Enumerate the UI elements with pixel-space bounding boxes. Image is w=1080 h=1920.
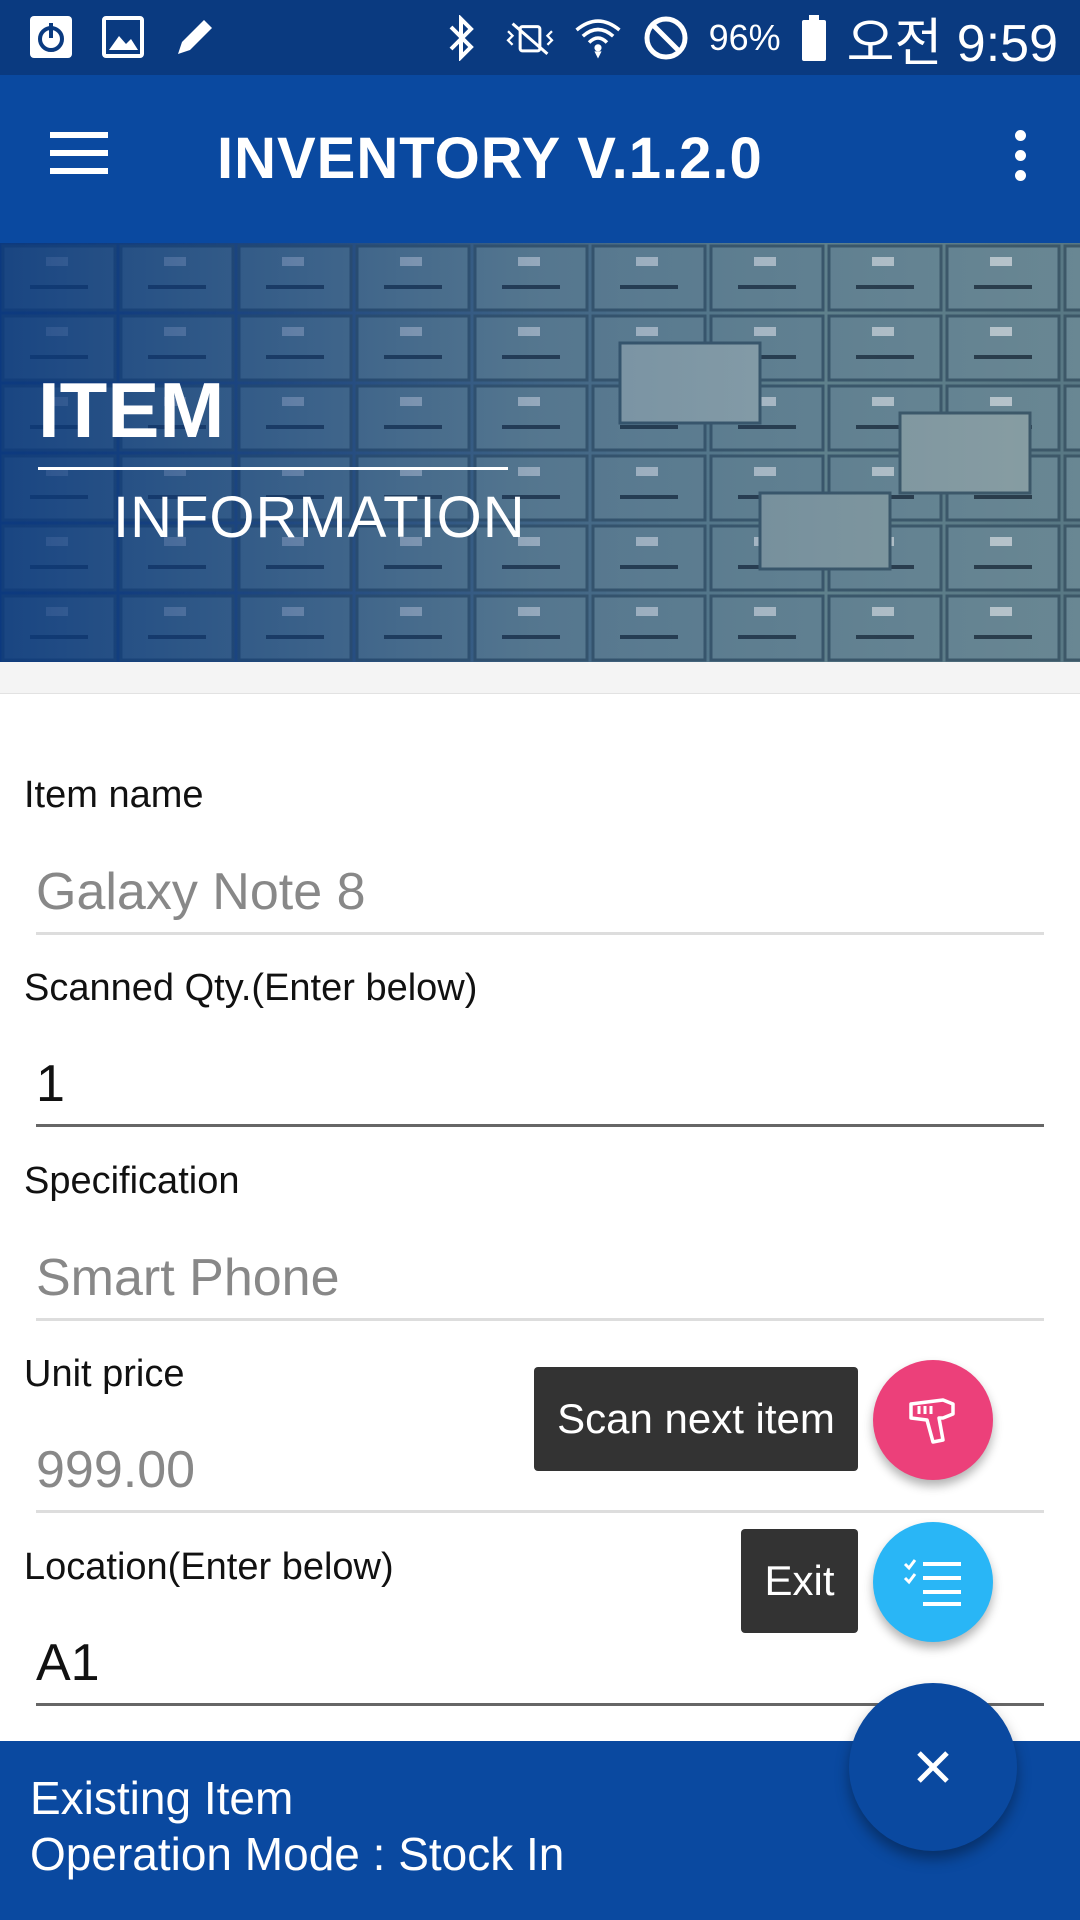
- header-banner: ITEM INFORMATION: [0, 243, 1080, 662]
- banner-title-sub: INFORMATION: [113, 485, 526, 550]
- vibrate-icon: [505, 13, 555, 63]
- hamburger-menu-icon[interactable]: [50, 125, 120, 195]
- checklist-icon: [903, 1559, 961, 1606]
- bluetooth-icon: [437, 13, 487, 63]
- operation-mode-text: Operation Mode : Stock In: [30, 1828, 565, 1880]
- power-icon: [26, 12, 76, 62]
- banner-title-main: ITEM: [38, 366, 225, 454]
- close-icon: [917, 1751, 949, 1783]
- item-status-text: Existing Item: [30, 1772, 294, 1824]
- item-name-label: Item name: [24, 774, 204, 816]
- status-clock: 오전 9:59: [846, 14, 1058, 73]
- specification-field: Smart Phone: [36, 1248, 1044, 1321]
- scanned-qty-label: Scanned Qty.(Enter below): [24, 967, 478, 1009]
- status-bar: 96% 오전 9:59: [0, 0, 1080, 75]
- exit-button[interactable]: [873, 1522, 993, 1642]
- unit-price-label: Unit price: [24, 1353, 185, 1395]
- wifi-icon: [573, 13, 623, 63]
- exit-label[interactable]: Exit: [741, 1529, 858, 1633]
- banner-title: ITEM INFORMATION: [38, 371, 526, 551]
- barcode-scanner-icon: [909, 1398, 955, 1444]
- banner-divider: [38, 467, 508, 470]
- app-bar: INVENTORY V.1.2.0: [0, 75, 1080, 243]
- specification-label: Specification: [24, 1160, 240, 1202]
- scan-next-item-label[interactable]: Scan next item: [534, 1367, 858, 1471]
- close-fab-button[interactable]: [849, 1683, 1017, 1851]
- battery-icon: [799, 13, 829, 63]
- more-vert-icon[interactable]: [1000, 130, 1040, 190]
- image-icon: [98, 12, 148, 62]
- battery-percent: 96%: [708, 17, 781, 58]
- location-label: Location(Enter below): [24, 1546, 394, 1588]
- app-title: INVENTORY V.1.2.0: [217, 126, 763, 191]
- scan-next-item-button[interactable]: [873, 1360, 993, 1480]
- item-name-field: Galaxy Note 8: [36, 862, 1044, 935]
- pencil-icon: [170, 12, 220, 62]
- do-not-disturb-icon: [641, 13, 691, 63]
- scanned-qty-input[interactable]: 1: [36, 1054, 1044, 1127]
